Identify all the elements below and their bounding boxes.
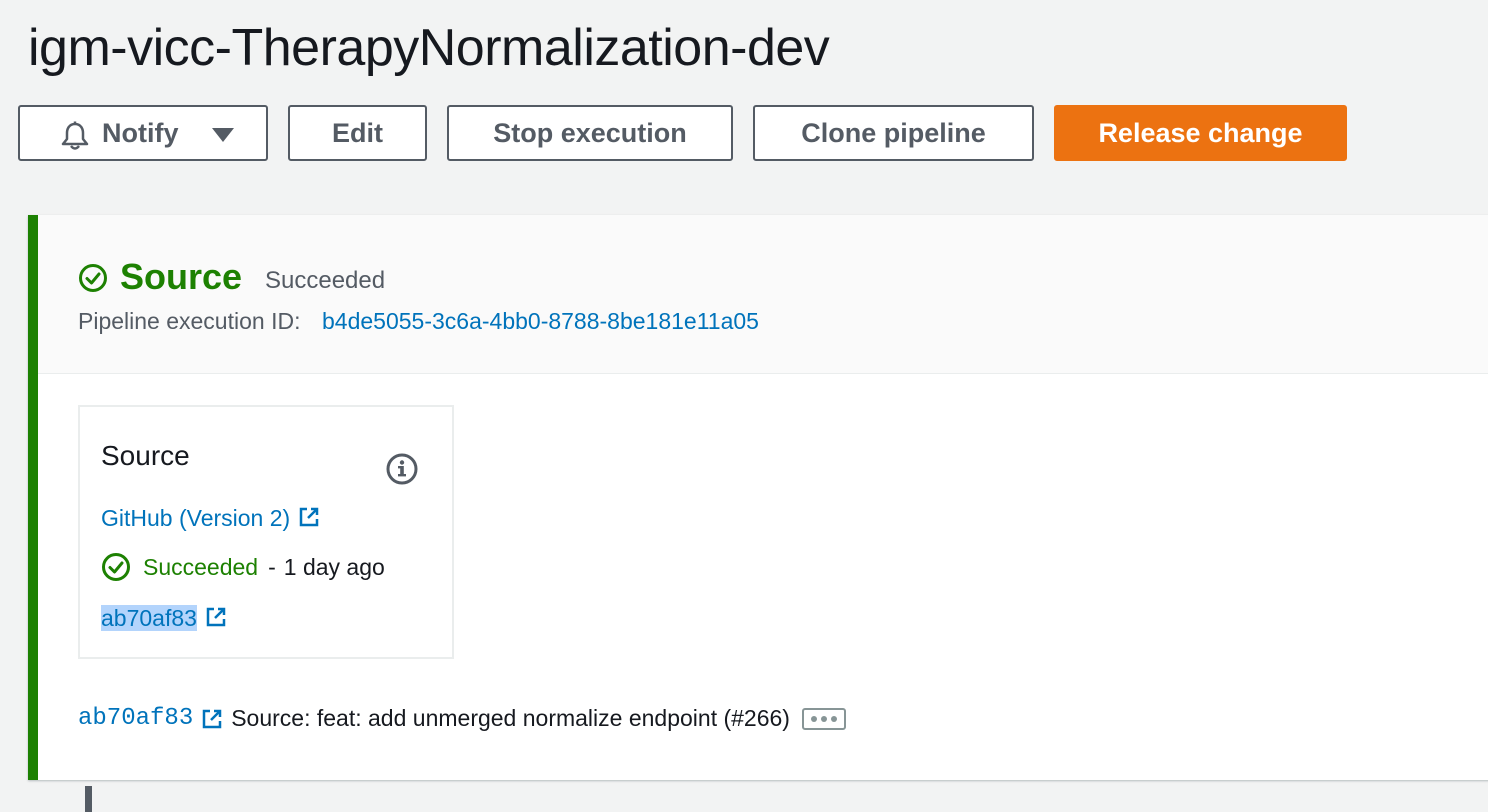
clone-pipeline-button[interactable]: Clone pipeline	[753, 105, 1034, 161]
edit-button[interactable]: Edit	[288, 105, 427, 161]
stage-status: Succeeded	[265, 267, 386, 294]
page-title: igm-vicc-TherapyNormalization-dev	[28, 19, 830, 77]
action-time-ago: 1 day ago	[283, 553, 385, 580]
check-circle-icon	[79, 264, 107, 292]
stage-panel: Source Succeeded Pipeline execution ID: …	[28, 215, 1488, 780]
notify-button-label: Notify	[102, 117, 179, 148]
pipeline-page: igm-vicc-TherapyNormalization-dev Notify…	[0, 0, 1488, 812]
more-icon[interactable]	[801, 707, 846, 730]
external-link-icon[interactable]	[201, 708, 223, 730]
action-status-text: Succeeded	[143, 553, 259, 580]
action-commit-link[interactable]: ab70af83	[101, 605, 227, 632]
release-change-button[interactable]: Release change	[1054, 105, 1347, 161]
status-separator: -	[268, 553, 276, 580]
action-name: Source	[101, 440, 190, 471]
action-card: Source GitHub (Version 2) Succeeded - 1 …	[78, 405, 454, 659]
external-link-icon	[206, 607, 226, 627]
stage-connector	[85, 786, 92, 812]
external-link-icon	[299, 507, 319, 527]
stop-execution-button[interactable]: Stop execution	[447, 105, 733, 161]
provider-link[interactable]: GitHub (Version 2)	[101, 505, 320, 532]
execution-id-label: Pipeline execution ID:	[78, 308, 301, 334]
caret-down-icon	[212, 128, 234, 142]
notify-button[interactable]: Notify	[18, 105, 268, 161]
action-commit-id: ab70af83	[101, 605, 197, 631]
revision-message: Source: feat: add unmerged normalize end…	[231, 705, 790, 731]
action-status: Succeeded - 1 day ago	[101, 552, 385, 582]
stage-title: Source	[120, 256, 243, 297]
revision-summary: ab70af83 Source: feat: add unmerged norm…	[78, 705, 846, 732]
provider-label: GitHub (Version 2)	[101, 505, 291, 531]
bell-icon	[61, 121, 89, 150]
info-icon[interactable]	[385, 452, 419, 486]
check-circle-icon	[102, 553, 130, 581]
revision-commit-link[interactable]: ab70af83	[78, 705, 193, 732]
stage-header: Source Succeeded Pipeline execution ID: …	[38, 215, 1488, 374]
execution-id-link[interactable]: b4de5055-3c6a-4bb0-8788-8be181e11a05	[322, 308, 759, 335]
